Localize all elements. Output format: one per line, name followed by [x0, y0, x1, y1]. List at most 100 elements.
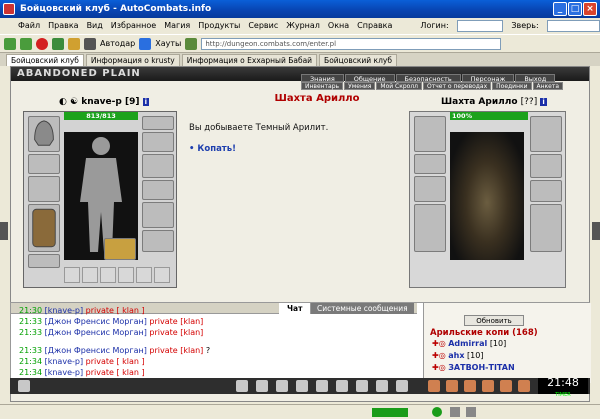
shield-slot[interactable]	[142, 202, 174, 228]
refresh-icon[interactable]	[52, 37, 64, 50]
tab-system-messages[interactable]: Системные сообщения	[311, 303, 414, 314]
nav-security[interactable]: Безопасность	[395, 74, 461, 83]
hauty-button[interactable]: Хауты	[155, 39, 181, 48]
nav-my-scroll[interactable]: Мой Скролл	[376, 82, 423, 90]
minimize-button[interactable]: _	[553, 2, 567, 16]
autodar-button[interactable]: Автодар	[100, 39, 135, 48]
nav-communication[interactable]: Общение	[344, 74, 395, 83]
right-panel-toggle[interactable]	[592, 222, 600, 240]
menu-products[interactable]: Продукты	[198, 21, 240, 30]
filter-icon[interactable]	[276, 380, 288, 392]
rune-slot[interactable]	[136, 267, 152, 283]
menu-file[interactable]: Файл	[18, 21, 40, 30]
player-name[interactable]: ЗАТВОН-TITAN	[448, 363, 514, 372]
chat-private-tag[interactable]: private [ klan ]	[86, 306, 145, 315]
player-row[interactable]: ✚◎ Admirral [10]	[432, 339, 506, 348]
rune-slot[interactable]	[154, 267, 170, 283]
boots-slot[interactable]	[142, 230, 174, 252]
settings-icon[interactable]	[396, 380, 408, 392]
chat-author[interactable]: [Джон Френсис Морган]	[45, 346, 147, 355]
home-icon[interactable]	[68, 37, 80, 50]
chat-author[interactable]: [Джон Френсис Морган]	[45, 317, 147, 326]
chat-author[interactable]: [knave-p]	[45, 306, 83, 315]
chat-author[interactable]: [knave-p]	[45, 357, 83, 366]
belt-slot[interactable]	[28, 254, 60, 268]
tab-info-babai[interactable]: Информация о Еххарный Бабай	[181, 54, 318, 66]
pet-slot[interactable]	[104, 238, 136, 260]
menu-view[interactable]: Вид	[87, 21, 103, 30]
player-row[interactable]: ✚◎ ЗАТВОН-TITAN	[432, 363, 515, 372]
clan-icon[interactable]	[482, 380, 494, 392]
chat-private-tag[interactable]: private [klan]	[149, 328, 203, 337]
scroll-icon[interactable]	[316, 380, 328, 392]
ring-slot[interactable]	[142, 180, 174, 200]
smile-icon[interactable]	[376, 380, 388, 392]
nav-transfers[interactable]: Отчет о переводах	[423, 82, 492, 90]
bag-icon[interactable]	[500, 380, 512, 392]
player-row[interactable]: ✚◎ ahx [10]	[432, 351, 483, 360]
player-name[interactable]: ahx	[448, 351, 464, 360]
chat-private-tag[interactable]: private [ klan ]	[86, 357, 145, 366]
info-icon[interactable]: i	[142, 98, 150, 106]
nav-character[interactable]: Персонаж	[461, 74, 515, 83]
exit-icon[interactable]	[518, 380, 530, 392]
chat-author[interactable]: [Джон Френсис Морган]	[45, 328, 147, 337]
back-icon[interactable]	[4, 37, 16, 50]
tab-fight-club[interactable]: Бойцовский клуб	[6, 54, 84, 66]
chat-private-tag[interactable]: private [klan]	[149, 346, 203, 355]
earring-slot[interactable]	[142, 132, 174, 152]
bracers-slot[interactable]	[28, 154, 60, 174]
link-icon[interactable]	[336, 380, 348, 392]
chat-input-icon[interactable]	[18, 380, 30, 392]
amulet-slot[interactable]	[142, 116, 174, 130]
weapon-slot[interactable]	[28, 176, 60, 202]
filter-icon[interactable]	[185, 37, 198, 50]
menu-magic[interactable]: Магия	[164, 21, 190, 30]
tab-chat[interactable]: Чат	[279, 303, 312, 314]
tools-icon[interactable]	[84, 37, 96, 50]
left-panel-toggle[interactable]	[0, 222, 8, 240]
rune-slot[interactable]	[100, 267, 116, 283]
sound-icon[interactable]	[356, 380, 368, 392]
character-name[interactable]: knave-p	[81, 97, 122, 107]
dig-link-label[interactable]: Копать!	[197, 144, 236, 154]
nav-profile[interactable]: Анкета	[532, 82, 564, 90]
chat-author[interactable]: [knave-p]	[45, 368, 83, 377]
rune-slot[interactable]	[118, 267, 134, 283]
menu-edit[interactable]: Правка	[48, 21, 78, 30]
rune-slot[interactable]	[64, 267, 80, 283]
menu-windows[interactable]: Окна	[328, 21, 349, 30]
character-icon[interactable]	[428, 380, 440, 392]
nav-inventory[interactable]: Инвентарь	[301, 82, 344, 90]
people-icon[interactable]	[296, 380, 308, 392]
maximize-button[interactable]: □	[568, 2, 582, 16]
refresh-button[interactable]: Обновить	[464, 315, 524, 326]
mine-info-icon[interactable]: i	[540, 98, 547, 106]
map-icon[interactable]	[464, 380, 476, 392]
menu-journal[interactable]: Журнал	[286, 21, 320, 30]
beast-select[interactable]	[546, 19, 600, 32]
menu-help[interactable]: Справка	[357, 21, 392, 30]
menu-service[interactable]: Сервис	[248, 21, 278, 30]
address-input[interactable]: http://dungeon.combats.com/enter.pl	[201, 37, 502, 50]
nav-skills[interactable]: Умения	[344, 82, 376, 90]
armor-slot[interactable]	[28, 204, 60, 252]
close-button[interactable]: ×	[583, 2, 597, 16]
player-name[interactable]: Admirral	[448, 339, 487, 348]
login-input[interactable]	[456, 19, 504, 32]
tab-info-krusty[interactable]: Информация о krusty	[85, 54, 180, 66]
battle-icon[interactable]	[446, 380, 458, 392]
nav-exit[interactable]: Выход	[515, 74, 556, 83]
menu-favorites[interactable]: Избранное	[111, 21, 156, 30]
forward-icon[interactable]	[20, 37, 32, 50]
chat-private-tag[interactable]: private [klan]	[149, 317, 203, 326]
clear-icon[interactable]	[256, 380, 268, 392]
gloves-slot[interactable]	[142, 154, 174, 178]
helmet-slot[interactable]	[28, 116, 60, 152]
enter-icon[interactable]	[236, 380, 248, 392]
dig-link[interactable]: • Копать!	[189, 144, 236, 154]
chat-private-tag[interactable]: private [ klan ]	[86, 368, 145, 377]
rune-slot[interactable]	[82, 267, 98, 283]
nav-duels[interactable]: Поединки	[492, 82, 532, 90]
tab-fight-club-2[interactable]: Бойцовский клуб	[319, 54, 397, 66]
